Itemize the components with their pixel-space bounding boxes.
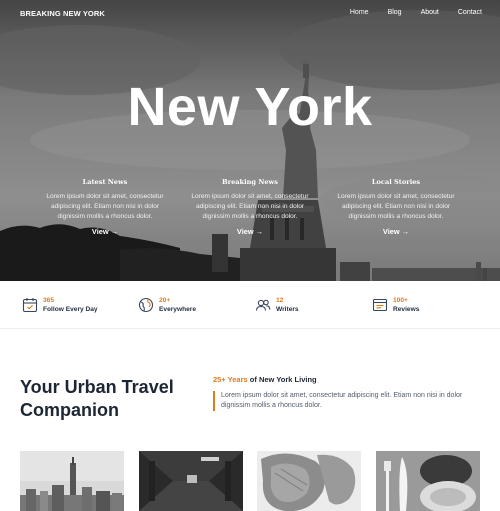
calendar-icon	[21, 297, 38, 314]
feature-view-link[interactable]: View →	[237, 227, 263, 236]
feature-latest-news: Latest News Lorem ipsum dolor sit amet, …	[40, 178, 170, 239]
years-rest: of New York Living	[249, 375, 317, 384]
gallery-card-skyline[interactable]	[20, 451, 124, 511]
about-heading-line2: Companion	[20, 399, 119, 420]
browser-window-icon	[371, 297, 388, 314]
gallery-card-bread[interactable]	[257, 451, 361, 511]
stat-value: 365	[43, 297, 55, 304]
feature-view-link[interactable]: View →	[92, 227, 118, 236]
bagel-bread-photo	[257, 451, 361, 511]
hero-section: BREAKING NEW YORK Home Blog About Contac…	[0, 0, 500, 281]
nav-about-link[interactable]: About	[421, 9, 439, 16]
globe-icon	[137, 297, 154, 314]
brand-logo[interactable]: BREAKING NEW YORK	[20, 9, 105, 18]
stat-value: 20+	[159, 297, 171, 304]
nav-blog-link[interactable]: Blog	[388, 9, 402, 16]
feature-breaking-news: Breaking News Lorem ipsum dolor sit amet…	[185, 178, 315, 239]
feature-title: Local Stories	[371, 178, 421, 186]
feature-text: Lorem ipsum dolor sit amet, consectetur …	[191, 193, 309, 220]
skyline-photo	[20, 451, 124, 511]
stat-value: 100+	[393, 297, 408, 304]
feature-text: Lorem ipsum dolor sit amet, consectetur …	[337, 193, 455, 220]
feature-view-link[interactable]: View →	[383, 227, 409, 236]
stat-follow-every-day: 365 Follow Every Day	[21, 294, 98, 316]
food-plate-photo	[376, 451, 480, 511]
nav-links: Home Blog About Contact	[350, 9, 482, 16]
stat-writers: 12 Writers	[254, 294, 299, 316]
users-icon	[254, 297, 271, 314]
nav-contact-link[interactable]: Contact	[458, 9, 482, 16]
hero-title: New York	[127, 77, 373, 137]
feature-title: Latest News	[82, 178, 128, 186]
feature-title: Breaking News	[222, 178, 278, 186]
stat-reviews: 100+ Reviews	[371, 294, 419, 316]
stat-everywhere: 20+ Everywhere	[137, 294, 196, 316]
gallery-card-subway[interactable]	[139, 451, 243, 511]
stat-label: Follow Every Day	[43, 306, 98, 313]
stat-value: 12	[276, 297, 284, 304]
gallery-card-food[interactable]	[376, 451, 480, 511]
subway-photo	[139, 451, 243, 511]
stat-label: Everywhere	[159, 306, 197, 313]
about-description: Lorem ipsum dolor sit amet, consectetur …	[213, 391, 485, 411]
stat-label: Reviews	[393, 306, 420, 313]
feature-local-stories: Local Stories Lorem ipsum dolor sit amet…	[331, 178, 461, 239]
top-navigation: BREAKING NEW YORK Home Blog About Contac…	[0, 0, 500, 28]
nav-home-link[interactable]: Home	[350, 9, 369, 16]
feature-text: Lorem ipsum dolor sit amet, consectetur …	[46, 193, 164, 220]
years-tagline: 25+ Years of New York Living	[213, 375, 317, 384]
stat-label: Writers	[276, 306, 299, 313]
years-accent: 25+ Years	[213, 375, 248, 384]
about-heading-line1: Your Urban Travel	[20, 377, 174, 397]
stats-bar: 365 Follow Every Day 20+ Everywhere 12 W…	[0, 281, 500, 329]
about-heading: Your Urban Travel Companion	[20, 376, 174, 421]
